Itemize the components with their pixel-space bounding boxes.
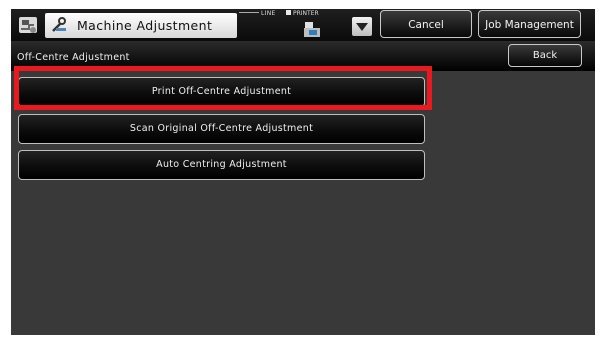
printer-indicator-icon [286,10,291,15]
cancel-button[interactable]: Cancel [380,10,472,38]
machine-icon [19,17,37,33]
printer-label: PRINTER [293,10,319,17]
mode-title: Machine Adjustment [45,13,237,38]
top-bar: Machine Adjustment LINE PRINTER Cancel J… [11,9,595,41]
screen-panel: Machine Adjustment LINE PRINTER Cancel J… [11,9,595,335]
printer-status: PRINTER [286,10,319,17]
line-label: LINE [261,10,276,17]
triangle-down-icon [356,23,368,31]
printer-icon [304,22,320,37]
job-management-button[interactable]: Job Management [478,10,581,38]
line-status: LINE [239,10,276,17]
tool-icon [52,17,66,32]
auto-centring-adjustment-button[interactable]: Auto Centring Adjustment [18,150,425,180]
back-button[interactable]: Back [508,44,582,67]
scan-original-off-centre-adjustment-button[interactable]: Scan Original Off-Centre Adjustment [18,114,425,144]
line-indicator [239,12,259,13]
page-title: Machine Adjustment [77,18,213,33]
selection-highlight [14,66,432,110]
section-title: Off-Centre Adjustment [17,52,130,63]
dropdown-button[interactable] [352,17,372,36]
